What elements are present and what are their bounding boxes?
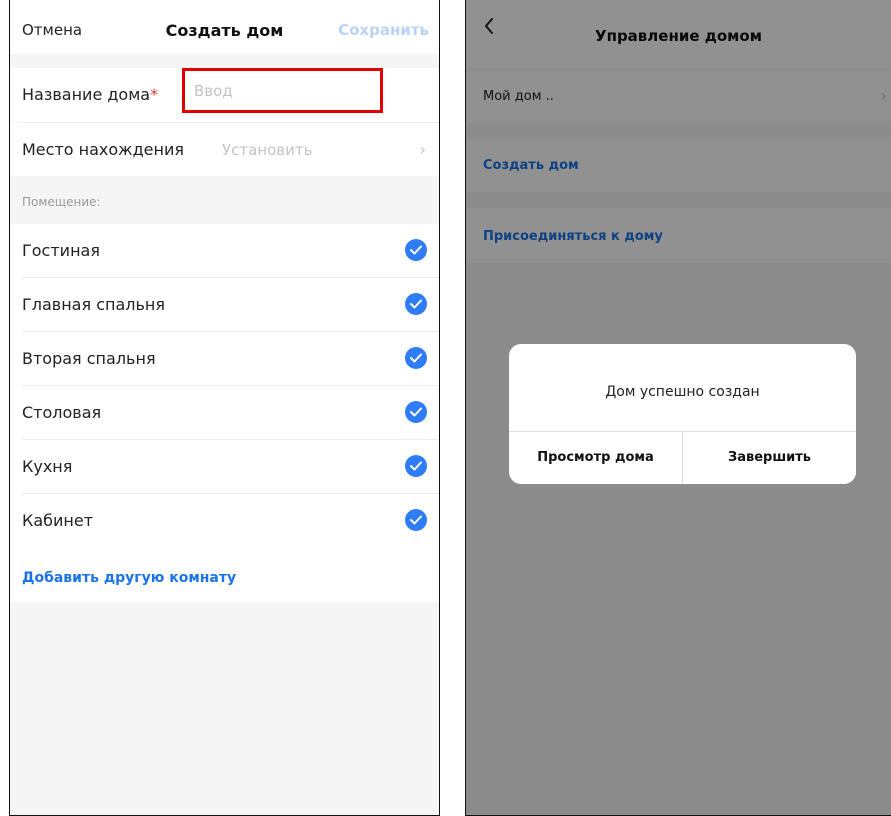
location-value: Установить xyxy=(222,141,313,159)
room-row[interactable]: Гостиная xyxy=(10,224,439,278)
room-row[interactable]: Кухня xyxy=(10,440,439,494)
checkmark-icon[interactable] xyxy=(405,401,427,423)
checkmark-icon[interactable] xyxy=(405,509,427,531)
highlight-frame xyxy=(182,68,383,113)
room-label: Столовая xyxy=(22,403,102,422)
success-dialog: Дом успешно создан Просмотр дома Заверши… xyxy=(509,344,856,484)
checkmark-icon[interactable] xyxy=(405,347,427,369)
room-row[interactable]: Вторая спальня xyxy=(10,332,439,386)
location-row[interactable]: Место нахождения Установить › xyxy=(10,123,439,176)
room-label: Кухня xyxy=(22,457,73,476)
home-name-label-text: Название дома xyxy=(22,85,151,104)
checkmark-icon[interactable] xyxy=(405,239,427,261)
room-row[interactable]: Кабинет xyxy=(10,494,439,548)
add-room-link[interactable]: Добавить другую комнату xyxy=(22,570,236,586)
room-label: Главная спальня xyxy=(22,295,165,314)
rooms-section-label: Помещение: xyxy=(22,195,101,209)
create-home-header: Отмена Создать дом Сохранить xyxy=(10,0,439,54)
save-button[interactable]: Сохранить xyxy=(338,21,429,39)
location-label: Место нахождения xyxy=(22,140,184,159)
create-home-screen: Отмена Создать дом Сохранить Название до… xyxy=(9,0,440,816)
chevron-right-icon: › xyxy=(419,140,426,159)
required-mark: * xyxy=(150,85,159,104)
home-name-input[interactable] xyxy=(185,71,380,110)
checkmark-icon[interactable] xyxy=(405,455,427,477)
finish-button[interactable]: Завершить xyxy=(683,431,856,484)
manage-home-screen: Управление домом Мой дом .. › Создать до… xyxy=(465,0,891,816)
room-label: Вторая спальня xyxy=(22,349,156,368)
room-label: Кабинет xyxy=(22,511,94,530)
room-row[interactable]: Столовая xyxy=(10,386,439,440)
home-name-label: Название дома* xyxy=(22,85,158,104)
dialog-message: Дом успешно создан xyxy=(605,384,760,400)
checkmark-icon[interactable] xyxy=(405,293,427,315)
room-label: Гостиная xyxy=(22,241,100,260)
view-home-button[interactable]: Просмотр дома xyxy=(509,431,682,484)
room-row[interactable]: Главная спальня xyxy=(10,278,439,332)
